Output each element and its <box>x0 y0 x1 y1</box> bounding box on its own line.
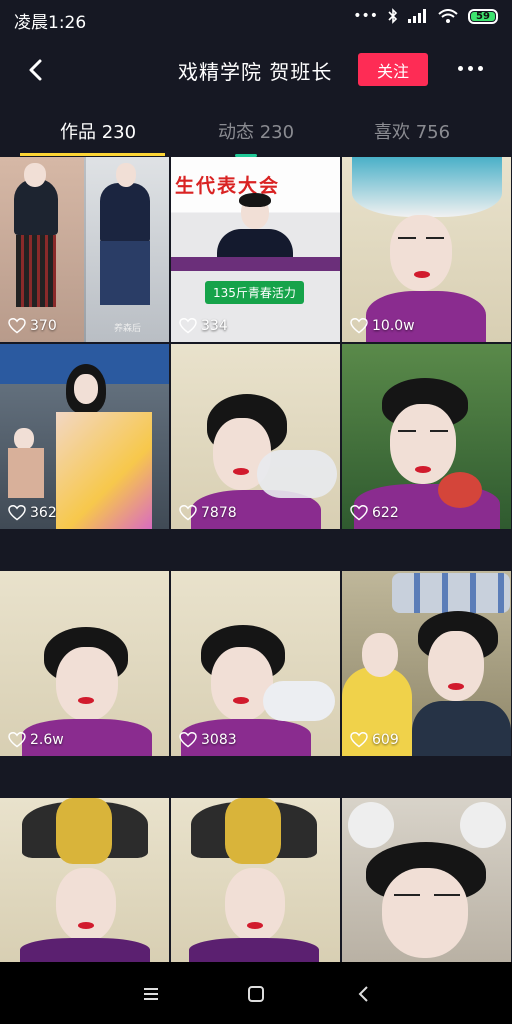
battery-level: 59 <box>476 10 490 22</box>
like-count: 3083 <box>179 732 237 748</box>
heart-icon <box>179 732 197 748</box>
battery-icon: 59 <box>468 8 498 24</box>
like-count-text: 609 <box>372 732 399 748</box>
status-icons: ••• 59 <box>353 8 498 24</box>
like-count: 622 <box>350 505 399 521</box>
video-thumbnail[interactable]: 10.0w <box>342 157 511 342</box>
like-count-text: 362 <box>30 505 57 521</box>
video-thumbnail[interactable]: 609 <box>342 571 511 756</box>
heart-icon <box>8 732 26 748</box>
tab-activity[interactable]: 动态 230 <box>218 118 294 144</box>
more-dots-icon: ••• <box>353 8 378 24</box>
video-thumbnail[interactable]: 生代表大会 135斤青春活力 334 <box>171 157 340 342</box>
video-thumbnail[interactable]: 362 <box>0 344 169 529</box>
heart-icon <box>8 318 26 334</box>
like-count-text: 10.0w <box>372 318 415 334</box>
tab-works[interactable]: 作品 230 <box>60 118 136 144</box>
wifi-icon <box>438 8 458 23</box>
like-count: 370 <box>8 318 57 334</box>
video-thumbnail[interactable]: 622 <box>342 344 511 529</box>
heart-icon <box>8 505 26 521</box>
profile-tabs: 作品 230 动态 230 喜欢 756 <box>0 110 512 156</box>
signal-icon <box>408 9 426 23</box>
heart-icon <box>350 318 368 334</box>
like-count: 609 <box>350 732 399 748</box>
like-count-text: 3083 <box>201 732 237 748</box>
active-tab-indicator <box>20 153 165 156</box>
menu-icon[interactable] <box>137 980 165 1008</box>
bluetooth-icon <box>388 8 398 24</box>
like-count: 362 <box>8 505 57 521</box>
like-count: 2.6w <box>8 732 64 748</box>
video-thumbnail[interactable] <box>342 798 511 962</box>
back-icon[interactable] <box>350 980 378 1008</box>
system-nav-bar <box>0 962 512 1024</box>
like-count-text: 7878 <box>201 505 237 521</box>
video-badge: 135斤青春活力 <box>205 281 304 304</box>
tab-likes[interactable]: 喜欢 756 <box>374 118 450 144</box>
status-bar: 凌晨1:26 ••• 59 <box>0 0 512 36</box>
video-thumbnail[interactable]: 2.6w <box>0 571 169 756</box>
profile-header: 戏精学院 贺班长 关注 <box>0 40 512 100</box>
video-thumbnail[interactable] <box>171 798 340 962</box>
status-time: 凌晨1:26 <box>14 13 87 33</box>
video-thumbnail[interactable]: 养森后 370 <box>0 157 169 342</box>
like-count-text: 622 <box>372 505 399 521</box>
heart-icon <box>350 505 368 521</box>
follow-button[interactable]: 关注 <box>358 53 428 86</box>
video-watermark: 养森后 <box>113 324 141 334</box>
like-count-text: 370 <box>30 318 57 334</box>
heart-icon <box>179 318 197 334</box>
back-arrow-icon[interactable] <box>22 56 50 84</box>
like-count-text: 334 <box>201 318 228 334</box>
more-options-icon[interactable] <box>458 66 483 71</box>
heart-icon <box>350 732 368 748</box>
like-count-text: 2.6w <box>30 732 64 748</box>
like-count: 334 <box>179 318 228 334</box>
video-thumbnail[interactable]: 7878 <box>171 344 340 529</box>
heart-icon <box>179 505 197 521</box>
home-icon[interactable] <box>242 980 270 1008</box>
profile-title: 戏精学院 贺班长 <box>178 60 333 84</box>
video-thumbnail[interactable]: 3083 <box>171 571 340 756</box>
like-count: 7878 <box>179 505 237 521</box>
video-thumbnail[interactable] <box>0 798 169 962</box>
like-count: 10.0w <box>350 318 415 334</box>
